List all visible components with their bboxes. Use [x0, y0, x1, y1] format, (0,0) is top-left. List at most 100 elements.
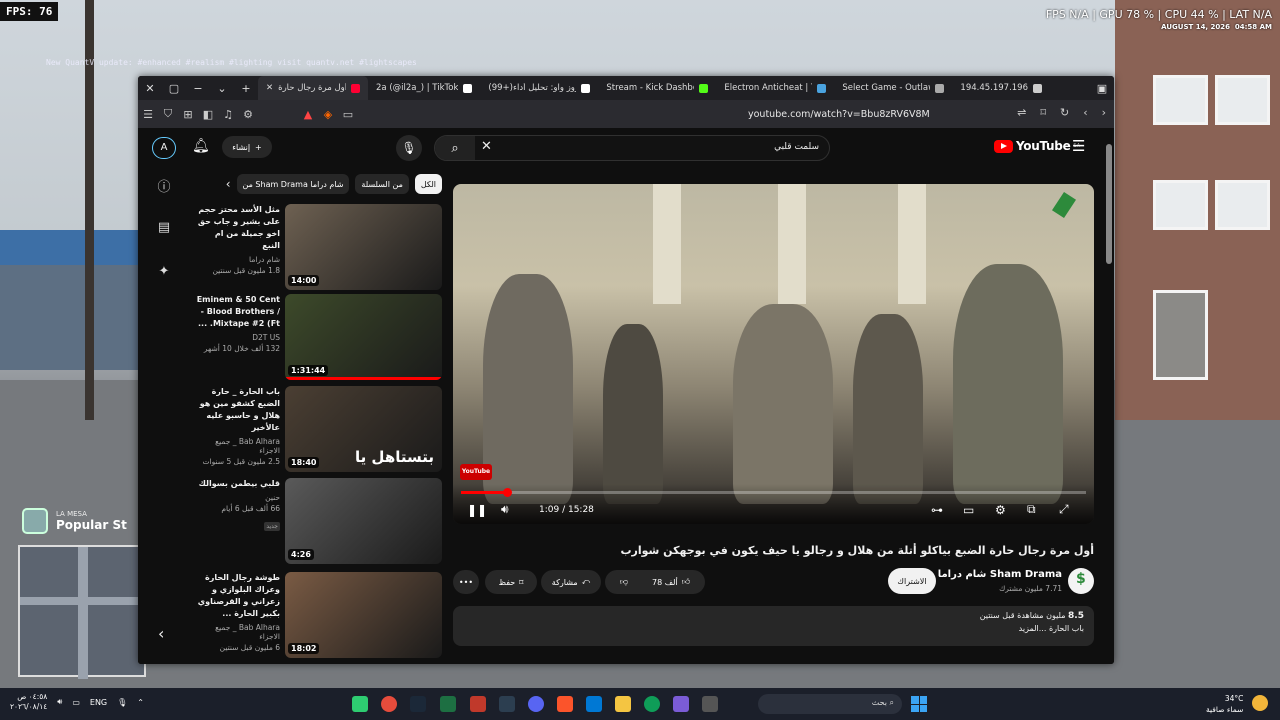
- file-explorer-icon[interactable]: [615, 696, 631, 712]
- screen-icon[interactable]: ▭: [338, 108, 358, 121]
- channel-name[interactable]: Sham Drama شام دراما: [938, 569, 1062, 580]
- youtube-logo[interactable]: YouTube SA: [994, 139, 1080, 153]
- edge-icon[interactable]: [644, 696, 660, 712]
- recommended-video[interactable]: 1:31:44 Eminem & 50 Cent - Blood Brothers…: [196, 294, 442, 380]
- save-button[interactable]: حفظ ⌑: [485, 570, 537, 594]
- browser-tab[interactable]: 2a (@il2a_) | TikTok: [368, 76, 480, 100]
- fullscreen-icon[interactable]: ⤢: [1059, 502, 1069, 517]
- copilot-icon[interactable]: [673, 696, 689, 712]
- chips-left-arrow-icon[interactable]: ‹: [226, 177, 231, 191]
- reload-icon[interactable]: ↻: [1060, 106, 1069, 119]
- volume-icon[interactable]: 🔊︎: [501, 502, 509, 517]
- browser-tab[interactable]: ✕ أول مرة رجال حارة: [258, 76, 368, 100]
- video-thumbnail[interactable]: 14:00: [285, 204, 442, 290]
- bell-icon[interactable]: 🔔︎: [192, 138, 210, 154]
- video-player[interactable]: YouTube ❚❚ 🔊︎ 1:09 / 15:28 ⊶ ▭ ⚙ ⧉ ⤢: [453, 184, 1094, 524]
- excel-icon[interactable]: [440, 696, 456, 712]
- new-tab-icon[interactable]: +: [234, 76, 258, 100]
- browser-tab[interactable]: (99+)عزوز واو: تحليل أداء: [480, 76, 598, 100]
- taskbar-app-icon[interactable]: [381, 696, 397, 712]
- taskbar-search[interactable]: ⌕ بحث: [758, 694, 902, 714]
- grid-icon[interactable]: ⊞: [178, 108, 198, 121]
- bookmark-icon[interactable]: ⌑: [1040, 106, 1046, 119]
- sidebar-icon[interactable]: ◧: [198, 108, 218, 121]
- info-icon[interactable]: ⓘ: [152, 176, 176, 220]
- brave-icon[interactable]: [557, 696, 573, 712]
- collapse-chevron-icon[interactable]: ‹: [158, 624, 164, 643]
- seek-bar-handle[interactable]: [503, 488, 513, 497]
- browser-tab[interactable]: Electron Anticheat | The: [716, 76, 834, 100]
- recommended-video[interactable]: بتستاهل يا 18:40 باب الحارة _ حارة الضبع ك…: [196, 386, 442, 472]
- like-count[interactable]: 78 ألف: [652, 578, 678, 587]
- video-thumbnail[interactable]: بتستاهل يا 18:40: [285, 386, 442, 472]
- account-avatar[interactable]: A: [152, 137, 176, 159]
- recommended-video[interactable]: 18:02 طوشة رجال الحارة وعراك البلوازي و ز…: [196, 572, 442, 658]
- seek-bar[interactable]: [461, 488, 1086, 497]
- chip-channel[interactable]: من Sham Drama شام دراما: [236, 174, 350, 194]
- recommended-video[interactable]: 4:26 قلبي بيطمن بسوالك حنين 66 ألف قبل 6 أي…: [196, 478, 442, 564]
- settings-gear-icon[interactable]: ⚙: [995, 503, 1006, 517]
- brave-rewards-icon[interactable]: ▲: [298, 108, 318, 121]
- minimize-icon[interactable]: −: [186, 76, 210, 100]
- discord-icon[interactable]: [528, 696, 544, 712]
- sparkle-icon[interactable]: ✦: [152, 264, 176, 308]
- volume-icon[interactable]: 🔊︎: [57, 697, 62, 707]
- language-indicator[interactable]: ENG: [90, 698, 107, 707]
- video-thumbnail[interactable]: 18:02: [285, 572, 442, 658]
- miniplayer-icon[interactable]: ⧉: [1027, 502, 1036, 517]
- mail-icon[interactable]: [586, 696, 602, 712]
- dislike-icon[interactable]: 👎︎: [620, 577, 628, 587]
- tray-overflow-icon[interactable]: ⌃: [137, 698, 144, 707]
- browser-tab[interactable]: Stream - Kick Dashboard: [598, 76, 716, 100]
- network-icon[interactable]: ▭: [72, 698, 80, 707]
- url-field[interactable]: youtube.com/watch?v=Bbu8zRV6V8M: [748, 109, 930, 120]
- extensions-icon[interactable]: ⚙: [238, 108, 258, 121]
- browser-tab[interactable]: Select Game - Outlaw: [834, 76, 952, 100]
- scrollbar-thumb[interactable]: [1106, 144, 1112, 264]
- create-button[interactable]: إنشاء +: [222, 136, 272, 158]
- taskbar-app-icon[interactable]: [470, 696, 486, 712]
- music-icon[interactable]: ♫: [218, 108, 238, 121]
- recommended-video[interactable]: 14:00 مثل الأسد محتز حجم على بشير و جاب ح…: [196, 204, 442, 290]
- taskbar-app-icon[interactable]: [499, 696, 515, 712]
- share-button[interactable]: مشاركة ⤺: [541, 570, 601, 594]
- clear-search-icon[interactable]: ✕: [481, 139, 492, 154]
- mic-icon[interactable]: 🎙︎: [117, 698, 127, 707]
- hamburger-menu-icon[interactable]: ☰: [1072, 137, 1085, 155]
- shield-icon[interactable]: ⛉: [158, 107, 178, 121]
- close-window-icon[interactable]: ✕: [138, 76, 162, 100]
- subscribe-button[interactable]: الاشتراك: [888, 568, 936, 594]
- back-icon[interactable]: ‹: [1083, 106, 1087, 119]
- pause-icon[interactable]: ❚❚: [467, 503, 487, 517]
- site-settings-icon[interactable]: ⇌: [1017, 106, 1026, 119]
- search-input[interactable]: ⌕ ✕ سلمت قلبي: [434, 135, 830, 161]
- task-view-icon[interactable]: [702, 696, 718, 712]
- tab-list-chevron-icon[interactable]: ⌄: [210, 76, 234, 100]
- channel-avatar[interactable]: [1068, 568, 1094, 594]
- voice-search-icon[interactable]: 🎙︎: [396, 135, 422, 161]
- browser-tab[interactable]: 194.45.197.196: [952, 76, 1050, 100]
- like-icon[interactable]: 👍︎: [682, 577, 690, 587]
- weather-widget[interactable]: 34°C سماء صافية: [1206, 693, 1243, 715]
- taskbar-app-icon[interactable]: [352, 696, 368, 712]
- sidebar-toggle-icon[interactable]: ▣: [1090, 76, 1114, 100]
- search-icon[interactable]: ⌕: [435, 136, 475, 160]
- forward-icon[interactable]: ›: [1102, 106, 1106, 119]
- subtitles-icon[interactable]: ▭: [963, 503, 974, 517]
- restore-icon[interactable]: ▢: [162, 76, 186, 100]
- start-windows-icon[interactable]: [911, 696, 927, 712]
- description-box[interactable]: 8.5 مليون مشاهدة قبل سنتين باب الحارة ..…: [453, 606, 1094, 646]
- chip-all[interactable]: الكل: [414, 174, 442, 194]
- close-tab-icon[interactable]: ✕: [266, 83, 273, 93]
- video-thumbnail[interactable]: 4:26: [285, 478, 442, 564]
- taskbar-clock[interactable]: ٠٤:٥٨ ص ٢٠٢٦/٠٨/١٤: [10, 692, 47, 712]
- chat-icon[interactable]: ▤: [152, 220, 176, 264]
- brave-shield-icon[interactable]: ◈: [318, 108, 338, 121]
- more-actions-icon[interactable]: •••: [453, 570, 479, 594]
- autoplay-toggle-icon[interactable]: ⊶: [931, 503, 943, 517]
- page-scrollbar[interactable]: [1106, 136, 1112, 656]
- menu-icon[interactable]: ☰: [138, 108, 158, 121]
- steam-icon[interactable]: [410, 696, 426, 712]
- chip-series[interactable]: من السلسلة: [355, 174, 409, 194]
- video-thumbnail[interactable]: 1:31:44: [285, 294, 442, 380]
